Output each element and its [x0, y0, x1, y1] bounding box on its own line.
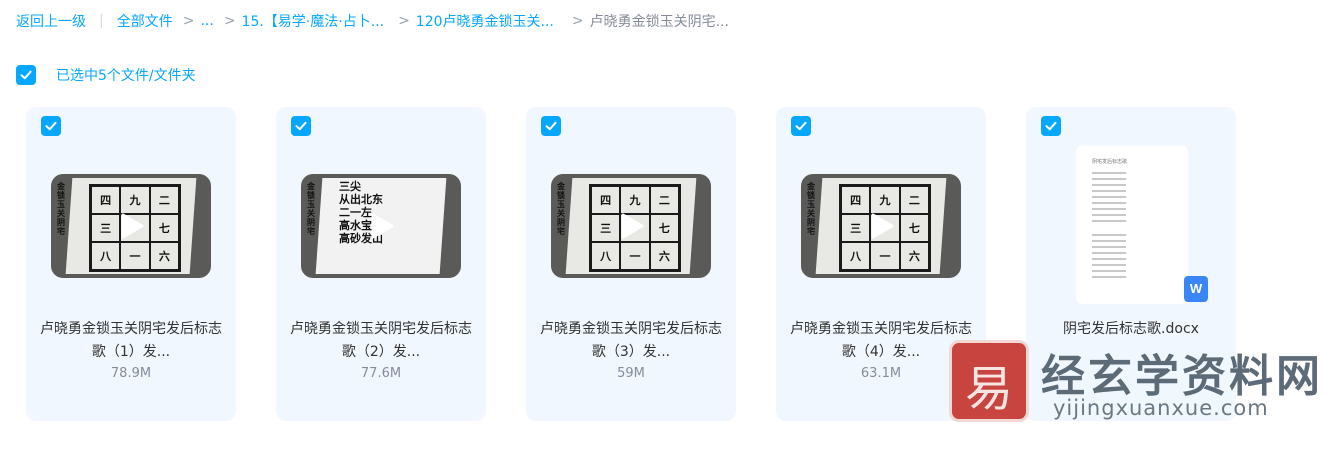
- breadcrumb-all-files[interactable]: 全部文件: [117, 11, 173, 31]
- video-thumbnail[interactable]: 金锁玉关阴宅 四九二 三七 八一六: [51, 174, 211, 278]
- play-icon: [621, 213, 644, 239]
- file-card[interactable]: 金锁玉关阴宅 三尖 从出北东 二一左 高水宝黄 高砂发山 卢晓勇金锁玉关阴宅发后…: [276, 107, 486, 421]
- file-size: 77.6M: [360, 366, 402, 381]
- breadcrumb: 返回上一级 | 全部文件 > ... > 15.【易学·魔法·占卜... > 1…: [16, 11, 729, 31]
- play-icon: [371, 213, 394, 239]
- file-card[interactable]: 金锁玉关阴宅 四九二 三七 八一六 卢晓勇金锁玉关阴宅发后标志歌（1）发... …: [26, 107, 236, 421]
- file-checkbox[interactable]: [541, 116, 561, 136]
- word-doc-icon: W: [1184, 276, 1208, 302]
- watermark-logo: 易 经玄学资料网 yijingxuanxue.com: [949, 340, 1329, 426]
- file-name[interactable]: 卢晓勇金锁玉关阴宅发后标志歌（4）发...: [786, 318, 976, 364]
- file-name[interactable]: 卢晓勇金锁玉关阴宅发后标志歌（3）发...: [536, 318, 726, 364]
- file-card[interactable]: 金锁玉关阴宅 四九二 三七 八一六 卢晓勇金锁玉关阴宅发后标志歌（3）发... …: [526, 107, 736, 421]
- check-icon: [45, 121, 57, 131]
- breadcrumb-ellipsis[interactable]: ...: [200, 13, 213, 29]
- chevron-right-icon: >: [398, 13, 410, 29]
- chevron-right-icon: >: [182, 13, 195, 29]
- selection-bar: 已选中5个文件/文件夹: [16, 65, 196, 85]
- file-name[interactable]: 卢晓勇金锁玉关阴宅发后标志歌（1）发...: [36, 318, 226, 364]
- breadcrumb-level1[interactable]: 15.【易学·魔法·占卜...: [242, 11, 385, 31]
- file-checkbox[interactable]: [1041, 116, 1061, 136]
- watermark-url: yijingxuanxue.com: [1053, 396, 1269, 420]
- file-checkbox[interactable]: [791, 116, 811, 136]
- watermark-text: 经玄学资料网: [1041, 351, 1323, 402]
- play-icon: [871, 213, 894, 239]
- file-size: 78.9M: [110, 366, 152, 381]
- document-thumbnail[interactable]: 阴宅发后标志歌: [1076, 146, 1188, 304]
- selection-count-text: 已选中5个文件/文件夹: [56, 68, 196, 84]
- breadcrumb-current: 卢晓勇金锁玉关阴宅...: [589, 14, 729, 30]
- check-icon: [1045, 121, 1057, 131]
- chevron-right-icon: >: [223, 13, 236, 29]
- check-icon: [295, 121, 307, 131]
- check-icon: [545, 121, 557, 131]
- video-thumbnail[interactable]: 金锁玉关阴宅 三尖 从出北东 二一左 高水宝黄 高砂发山: [301, 174, 461, 278]
- file-name[interactable]: 卢晓勇金锁玉关阴宅发后标志歌（2）发...: [286, 318, 476, 364]
- select-all-checkbox[interactable]: [16, 65, 36, 85]
- breadcrumb-level2[interactable]: 120卢晓勇金锁玉关...: [416, 11, 554, 31]
- back-link[interactable]: 返回上一级: [16, 11, 86, 31]
- file-checkbox[interactable]: [41, 116, 61, 136]
- video-thumbnail[interactable]: 金锁玉关阴宅 四九二 三七 八一六: [551, 174, 711, 278]
- check-icon: [795, 121, 807, 131]
- video-thumbnail[interactable]: 金锁玉关阴宅 四九二 三七 八一六: [801, 174, 961, 278]
- play-icon: [121, 213, 144, 239]
- divider: |: [99, 13, 104, 29]
- file-name[interactable]: 阴宅发后标志歌.docx: [1036, 318, 1226, 341]
- chevron-right-icon: >: [571, 13, 584, 29]
- seal-logo: 易: [949, 340, 1029, 422]
- check-icon: [20, 70, 32, 80]
- file-size: 59M: [617, 366, 645, 381]
- file-checkbox[interactable]: [291, 116, 311, 136]
